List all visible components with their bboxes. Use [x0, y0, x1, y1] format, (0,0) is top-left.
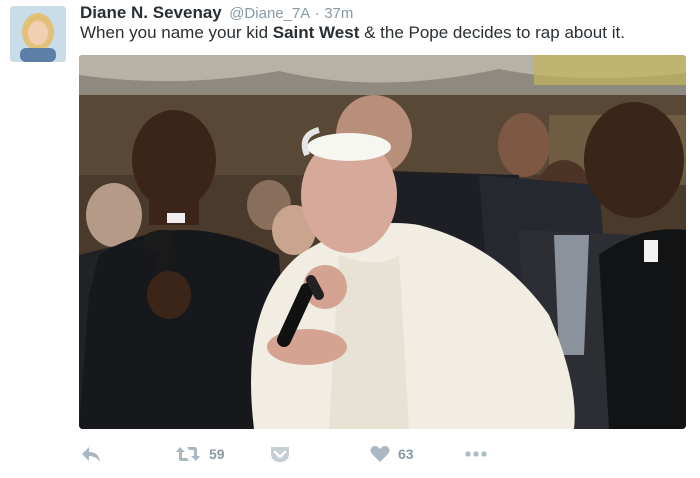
retweet-button[interactable]: 59 — [175, 442, 225, 466]
retweet-icon — [176, 447, 200, 461]
author-name[interactable]: Diane N. Sevenay — [80, 3, 222, 22]
reply-button[interactable] — [80, 442, 102, 466]
avatar-image — [10, 6, 66, 62]
reply-icon — [82, 447, 100, 462]
like-button[interactable]: 63 — [370, 442, 414, 466]
like-count: 63 — [398, 446, 414, 462]
more-icon — [465, 451, 487, 457]
author-handle[interactable]: @Diane_7A — [229, 5, 310, 22]
separator-dot: · — [314, 5, 320, 22]
tweet-text-end: & the Pope decides to rap about it. — [359, 23, 625, 42]
photo-scene — [79, 55, 686, 429]
pocket-icon — [271, 447, 289, 462]
heart-icon — [370, 445, 390, 462]
tweet-text-start: When you name your kid — [80, 23, 273, 42]
retweet-count: 59 — [209, 446, 225, 462]
tweet-text-bold: Saint West — [272, 23, 360, 42]
tweet-header: Diane N. Sevenay @Diane_7A · 37m — [80, 3, 690, 23]
timestamp[interactable]: 37m — [324, 5, 353, 22]
tweet-action-bar: 59 63 — [80, 442, 600, 466]
avatar[interactable] — [10, 6, 66, 62]
tweet-photo[interactable] — [79, 55, 686, 429]
tweet-text: When you name your kid Saint West & the … — [80, 22, 690, 44]
pocket-button[interactable] — [269, 442, 291, 466]
more-button[interactable] — [464, 442, 488, 466]
